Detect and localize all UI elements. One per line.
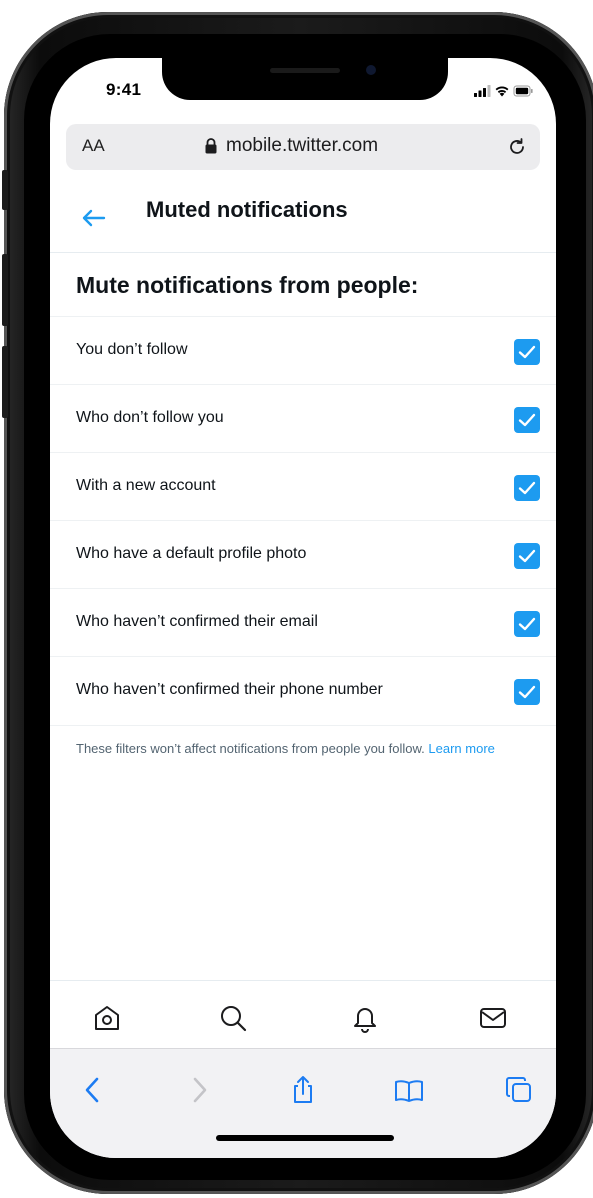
option-row-new-account[interactable]: With a new account [50,452,556,521]
tabs-icon[interactable] [504,1075,534,1105]
url-text[interactable]: mobile.twitter.com [226,135,378,157]
notifications-bell-icon[interactable] [350,1003,380,1033]
forward-chevron-icon[interactable] [184,1075,214,1105]
text-size-button[interactable]: AA [82,136,105,156]
option-row-default-photo[interactable]: Who have a default profile photo [50,520,556,589]
checkmark-icon [518,345,536,359]
home-icon[interactable] [92,1003,122,1033]
checkmark-icon [518,481,536,495]
checkbox-checked[interactable] [514,611,540,637]
bookmarks-book-icon[interactable] [394,1075,424,1105]
signal-icon [474,85,491,97]
checkbox-checked[interactable] [514,543,540,569]
filters-footnote: These filters won’t affect notifications… [76,740,516,757]
front-camera [366,65,376,75]
twitter-bottom-nav [50,980,556,1051]
page-header: Muted notifications [50,184,556,253]
option-label: Who don’t follow you [76,409,224,426]
reload-icon[interactable] [506,136,528,158]
status-time: 9:41 [106,80,142,99]
checkmark-icon [518,413,536,427]
checkbox-checked[interactable] [514,679,540,705]
option-row-unconfirmed-email[interactable]: Who haven’t confirmed their email [50,588,556,657]
footnote-text: These filters won’t affect notifications… [76,741,425,756]
option-label: You don’t follow [76,341,188,358]
checkbox-checked[interactable] [514,339,540,365]
option-label: Who haven’t confirmed their phone number [76,681,383,698]
safari-toolbar [50,1048,556,1158]
option-label: Who have a default profile photo [76,545,307,562]
option-label: Who haven’t confirmed their email [76,613,318,630]
home-indicator[interactable] [216,1135,394,1141]
checkbox-checked[interactable] [514,407,540,433]
phone-screen: 9:41 AA mobile.twitter.com Muted notific… [50,58,556,1158]
volume-up-button [2,254,8,326]
checkmark-icon [518,549,536,563]
status-icons [474,85,533,97]
option-row-dont-follow-you[interactable]: Who don’t follow you [50,384,556,453]
address-bar[interactable]: AA mobile.twitter.com [66,124,540,170]
lock-icon [205,138,217,154]
messages-envelope-icon[interactable] [478,1003,508,1033]
checkbox-checked[interactable] [514,475,540,501]
share-icon[interactable] [288,1075,318,1105]
checkmark-icon [518,685,536,699]
option-row-dont-follow[interactable]: You don’t follow [50,316,556,385]
back-chevron-icon[interactable] [78,1075,108,1105]
page-title: Muted notifications [146,197,348,222]
option-row-unconfirmed-phone[interactable]: Who haven’t confirmed their phone number [50,656,556,726]
search-icon[interactable] [218,1003,248,1033]
back-arrow-icon[interactable] [80,208,106,228]
speaker-grille [270,68,340,73]
learn-more-link[interactable]: Learn more [428,741,494,756]
mute-switch [2,170,8,210]
battery-icon [513,85,533,97]
notch [162,58,448,100]
section-title: Mute notifications from people: [76,272,419,298]
option-label: With a new account [76,477,216,494]
wifi-icon [495,86,509,97]
volume-down-button [2,346,8,418]
checkmark-icon [518,617,536,631]
